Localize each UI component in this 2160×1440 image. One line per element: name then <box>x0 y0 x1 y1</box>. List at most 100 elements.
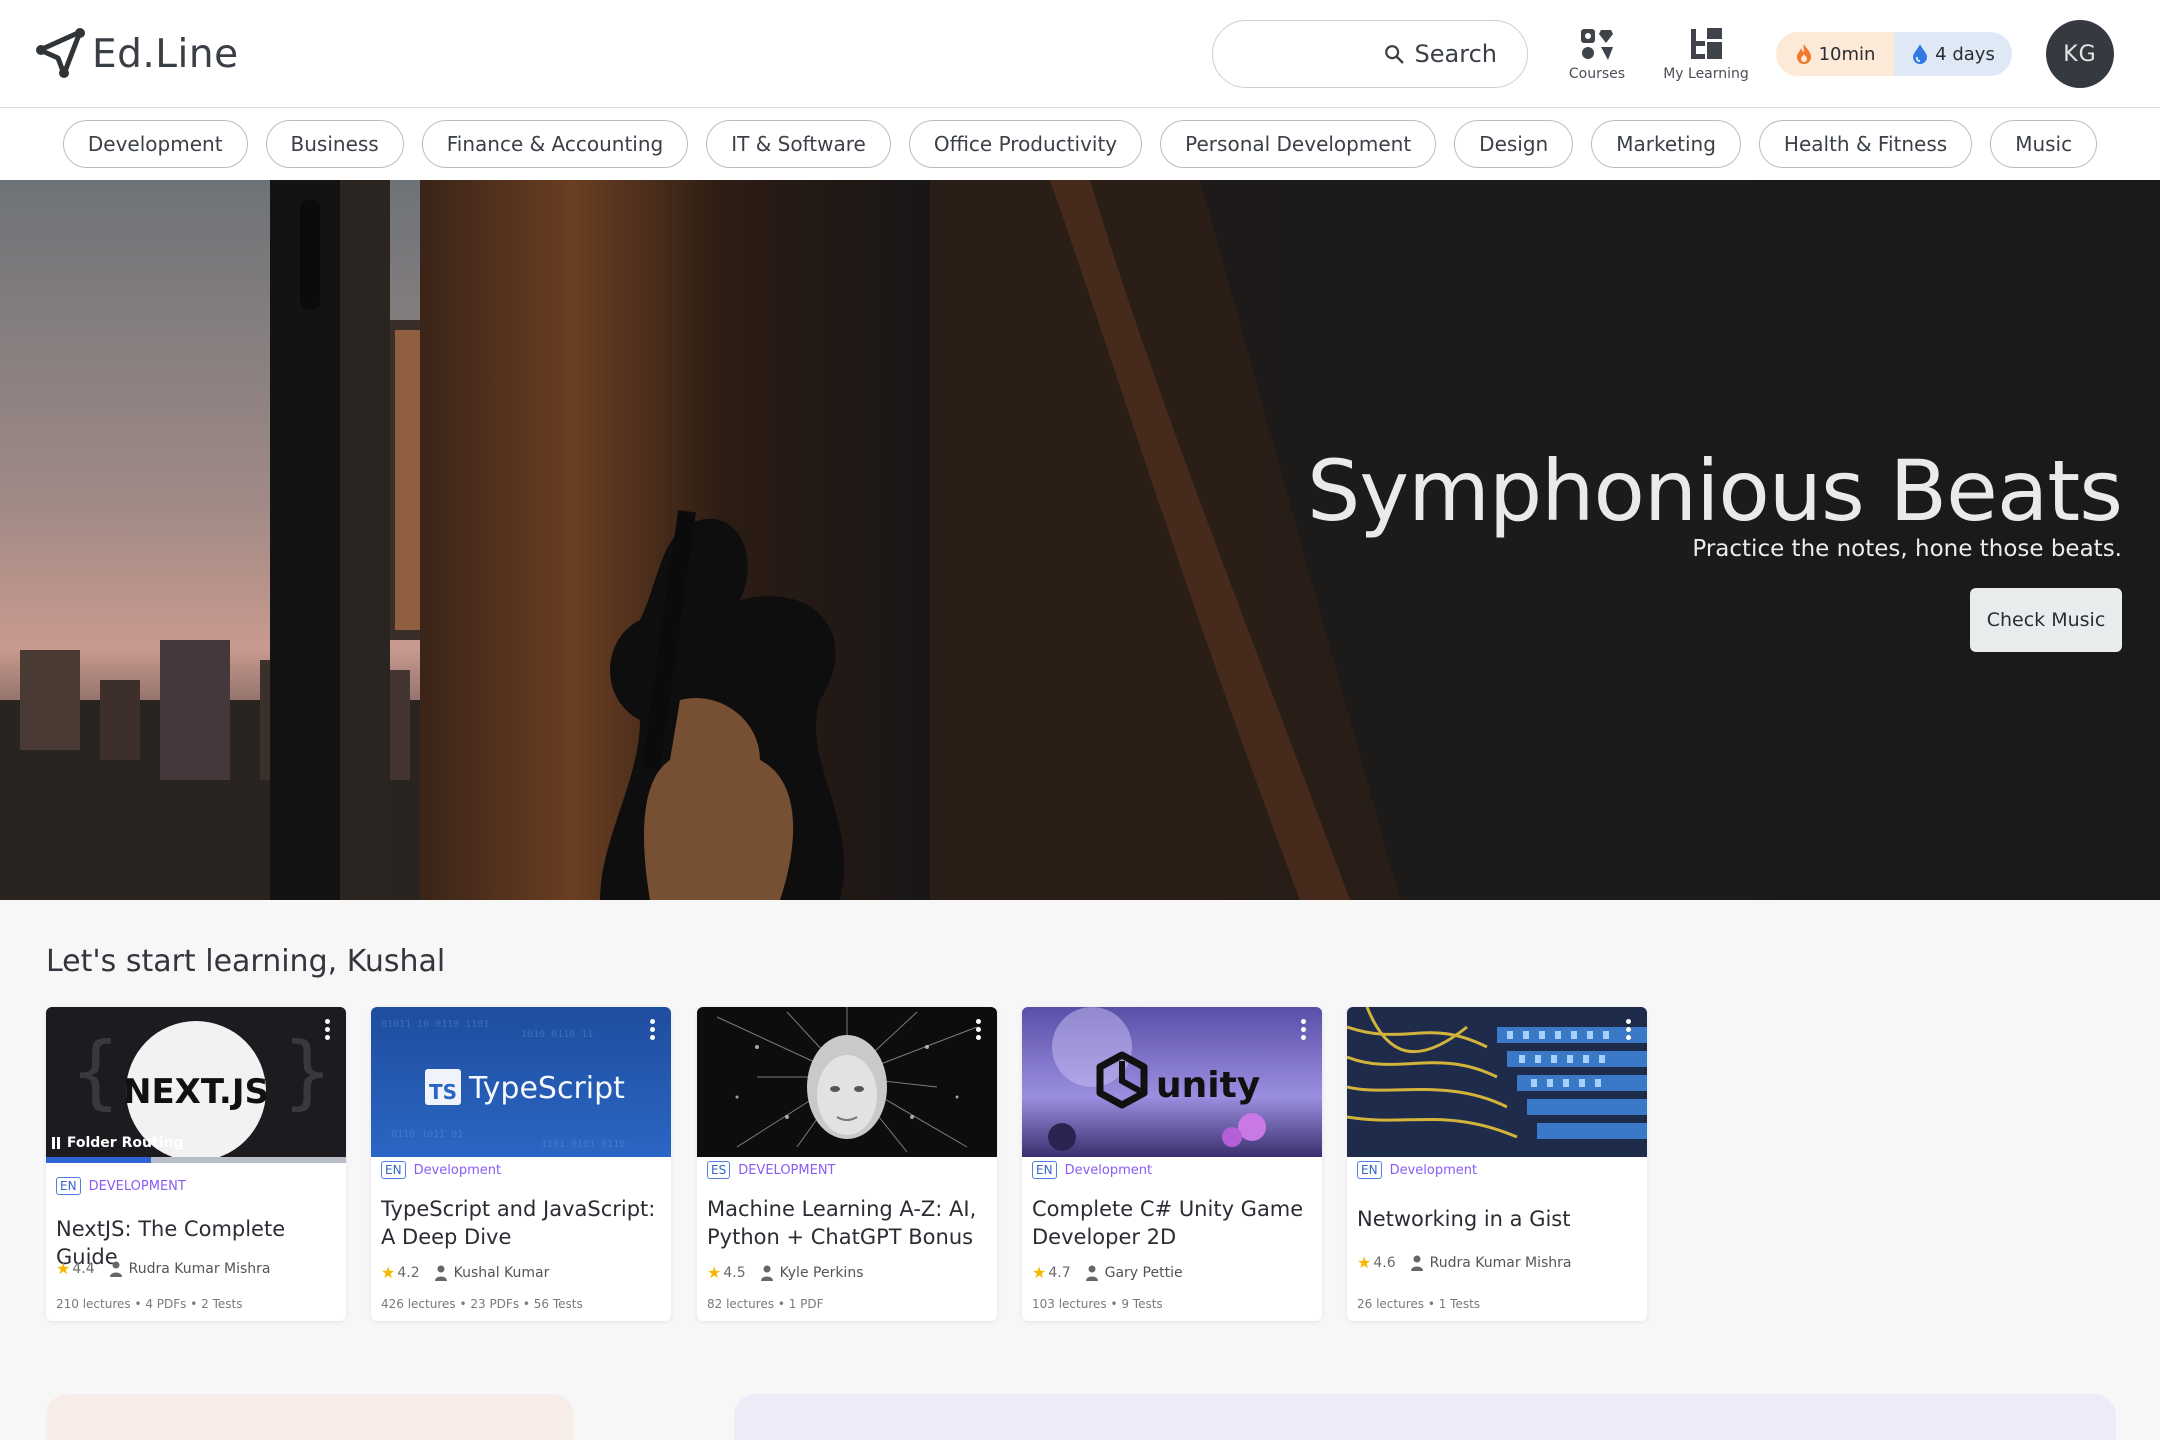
check-music-button[interactable]: Check Music <box>1970 588 2122 652</box>
course-contents: 82 lectures • 1 PDF <box>707 1297 824 1311</box>
course-rating: 4.6 <box>1373 1254 1396 1271</box>
course-author: Kushal Kumar <box>453 1264 550 1281</box>
language-badge: EN <box>56 1177 81 1195</box>
top-header: Ed.Line Search Courses My Learning 10min… <box>0 0 2160 108</box>
nextjs-logo-text: NEXT.JS <box>123 1072 269 1112</box>
streak-stat: 4 days <box>1894 32 2012 76</box>
more-options-icon[interactable] <box>973 1019 983 1043</box>
flame-icon <box>1796 44 1811 64</box>
category-chip-finance-accounting[interactable]: Finance & Accounting <box>421 120 689 168</box>
ai-head-thumbnail-image <box>697 1007 997 1157</box>
hero-subtitle: Practice the notes, hone those beats. <box>1692 536 2122 562</box>
brand-logo[interactable]: Ed.Line <box>34 26 239 82</box>
language-badge: EN <box>381 1161 406 1179</box>
current-lesson: Folder Routing <box>52 1135 183 1151</box>
bottom-panel-left <box>46 1394 574 1440</box>
logo-icon <box>36 28 85 78</box>
brand-name: Ed.Line <box>92 31 239 77</box>
nav-my-learning[interactable]: My Learning <box>1651 26 1761 90</box>
course-thumbnail: 01011 10 0110 1101 1010 0110 11 0110 1011… <box>371 1007 671 1157</box>
course-tags: EN Development <box>381 1161 501 1179</box>
search-icon <box>1384 45 1403 64</box>
person-icon <box>1085 1265 1098 1281</box>
course-thumbnail <box>1347 1007 1647 1157</box>
category-tag: DEVELOPMENT <box>88 1178 186 1194</box>
course-rating: 4.5 <box>723 1264 746 1281</box>
hero-banner: Symphonious Beats Practice the notes, ho… <box>0 180 2160 900</box>
course-thumbnail: unity <box>1022 1007 1322 1157</box>
search-box[interactable]: Search <box>1212 20 1528 88</box>
star-icon: ★ <box>1032 1263 1047 1282</box>
category-chip-health-fitness[interactable]: Health & Fitness <box>1758 120 1973 168</box>
learning-stats[interactable]: 10min 4 days <box>1776 32 2012 76</box>
person-icon <box>109 1261 122 1277</box>
course-author: Gary Pettie <box>1104 1264 1183 1281</box>
star-icon: ★ <box>707 1263 722 1282</box>
person-icon <box>1410 1255 1423 1271</box>
svg-text:{: { <box>70 1025 121 1118</box>
course-title: Machine Learning A-Z: AI, Python + ChatG… <box>707 1197 977 1249</box>
svg-text:TS: TS <box>429 1080 457 1104</box>
course-author: Kyle Perkins <box>779 1264 864 1281</box>
svg-text:0110 1011 01: 0110 1011 01 <box>391 1129 463 1140</box>
category-tag: DEVELOPMENT <box>738 1162 836 1178</box>
category-chip-personal-development[interactable]: Personal Development <box>1160 120 1437 168</box>
category-chip-development[interactable]: Development <box>62 120 248 168</box>
svg-text:1101 0101 0110: 1101 0101 0110 <box>541 1139 625 1150</box>
course-tags: EN Development <box>1032 1161 1152 1179</box>
unity-thumbnail-image: unity <box>1022 1007 1322 1157</box>
typescript-logo-text: TypeScript <box>468 1071 625 1106</box>
nav-courses-label: Courses <box>1568 66 1626 82</box>
more-options-icon[interactable] <box>322 1019 332 1043</box>
person-icon <box>434 1265 447 1281</box>
course-tags: EN DEVELOPMENT <box>56 1177 186 1195</box>
course-author: Rudra Kumar Mishra <box>1429 1254 1572 1271</box>
course-card-unity[interactable]: unity EN Development Complete C# Unity G… <box>1022 1007 1322 1321</box>
course-meta: ★ 4.7 Gary Pettie <box>1032 1263 1183 1282</box>
user-avatar[interactable]: KG <box>2046 20 2114 88</box>
course-meta: ★ 4.6 Rudra Kumar Mishra <box>1357 1253 1572 1272</box>
daily-time-stat: 10min <box>1776 32 1894 76</box>
typescript-thumbnail-image: 01011 10 0110 1101 1010 0110 11 0110 1011… <box>371 1007 671 1157</box>
category-chip-design[interactable]: Design <box>1454 120 1574 168</box>
svg-text:1010 0110 11: 1010 0110 11 <box>521 1029 593 1040</box>
category-chip-music[interactable]: Music <box>1990 120 2098 168</box>
category-chip-marketing[interactable]: Marketing <box>1591 120 1741 168</box>
category-chip-business[interactable]: Business <box>265 120 404 168</box>
star-icon: ★ <box>1357 1253 1372 1272</box>
more-options-icon[interactable] <box>1298 1019 1308 1043</box>
course-tags: ES DEVELOPMENT <box>707 1161 835 1179</box>
course-title: TypeScript and JavaScript: A Deep Dive <box>381 1197 656 1249</box>
course-card-networking[interactable]: EN Development Networking in a Gist ★ 4.… <box>1347 1007 1647 1321</box>
category-chip-office-productivity[interactable]: Office Productivity <box>908 120 1143 168</box>
course-thumbnail <box>697 1007 997 1157</box>
course-meta: ★ 4.5 Kyle Perkins <box>707 1263 864 1282</box>
category-tag: Development <box>1064 1162 1153 1178</box>
course-meta: ★ 4.2 Kushal Kumar <box>381 1263 549 1282</box>
daily-time-value: 10min <box>1818 43 1876 65</box>
language-badge: ES <box>707 1161 731 1179</box>
star-icon: ★ <box>56 1259 71 1278</box>
course-progress-bar <box>46 1157 346 1163</box>
more-options-icon[interactable] <box>1623 1019 1633 1043</box>
course-rating: 4.7 <box>1048 1264 1071 1281</box>
course-tags: EN Development <box>1357 1161 1477 1179</box>
current-lesson-title: Folder Routing <box>66 1135 184 1151</box>
my-learning-icon <box>1691 28 1722 59</box>
course-progress-fill <box>46 1157 151 1163</box>
language-badge: EN <box>1032 1161 1057 1179</box>
svg-text:01011 10 0110 1101: 01011 10 0110 1101 <box>381 1019 489 1030</box>
category-tag: Development <box>1389 1162 1478 1178</box>
course-card-machine-learning[interactable]: ES DEVELOPMENT Machine Learning A-Z: AI,… <box>697 1007 997 1321</box>
course-title: Complete C# Unity Game Developer 2D <box>1032 1197 1304 1249</box>
nav-courses[interactable]: Courses <box>1542 26 1652 90</box>
more-options-icon[interactable] <box>647 1019 657 1043</box>
course-card-typescript[interactable]: 01011 10 0110 1101 1010 0110 11 0110 1011… <box>371 1007 671 1321</box>
course-contents: 103 lectures • 9 Tests <box>1032 1297 1163 1311</box>
course-card-nextjs[interactable]: { } NEXT.JS Folder Routing EN DEVELOPMEN… <box>46 1007 346 1321</box>
category-chip-it-software[interactable]: IT & Software <box>706 120 891 168</box>
water-drop-icon <box>1913 44 1928 64</box>
course-contents: 210 lectures • 4 PDFs • 2 Tests <box>56 1297 243 1311</box>
course-rating: 4.2 <box>397 1264 420 1281</box>
streak-value: 4 days <box>1935 43 1995 65</box>
